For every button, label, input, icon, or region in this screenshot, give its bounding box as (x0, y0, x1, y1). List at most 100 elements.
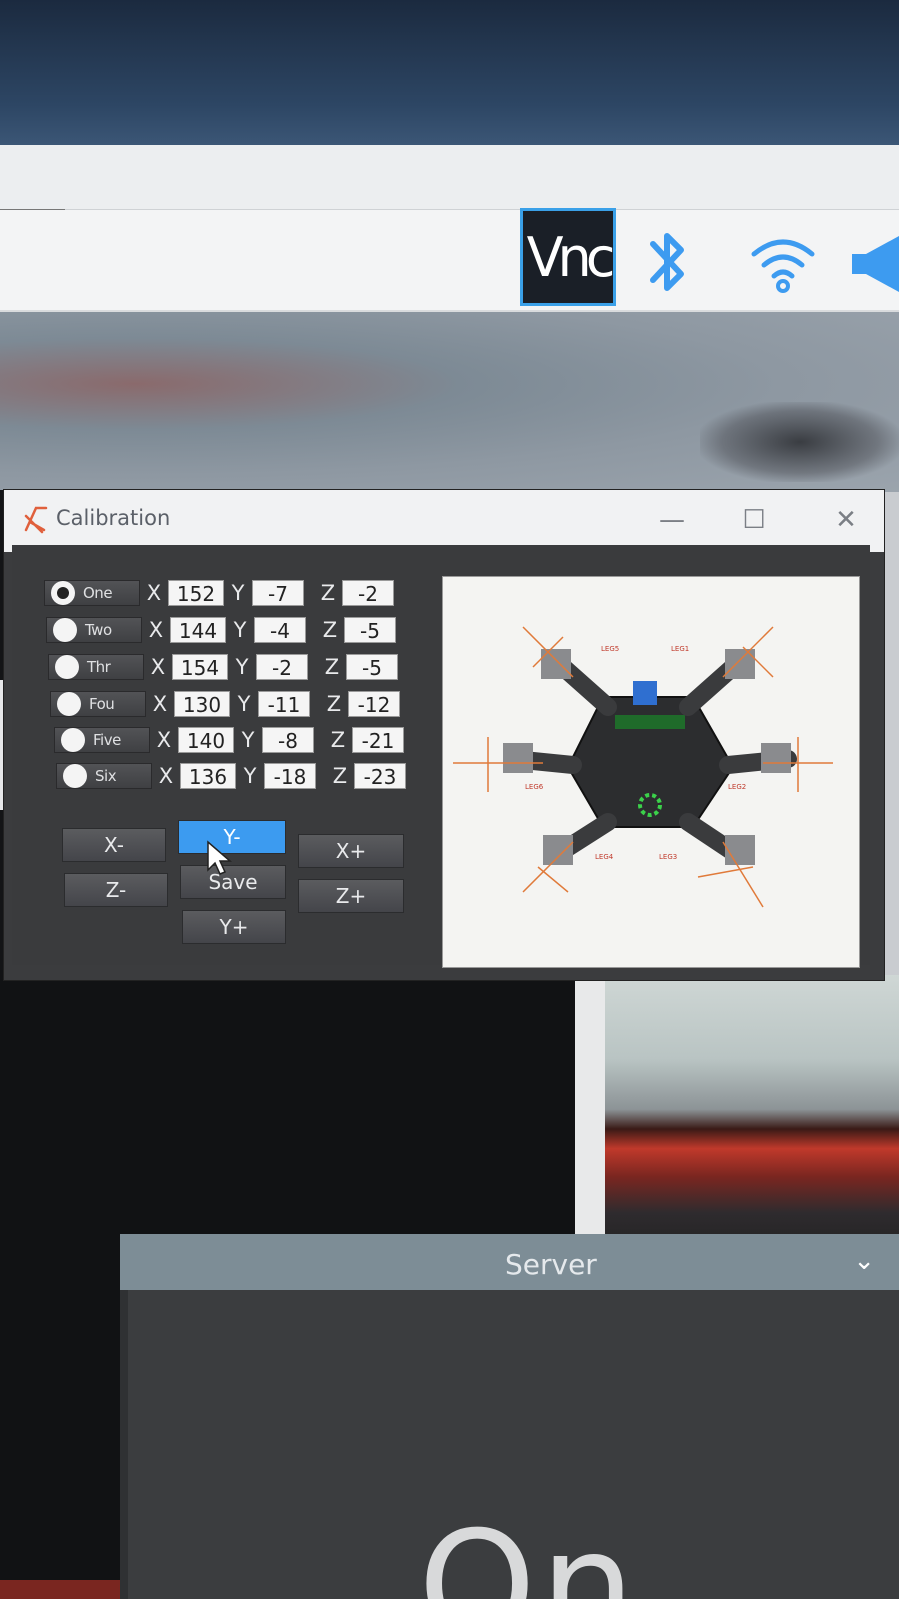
leg-row: Fou X 130 Y -11 Z -12 (50, 689, 400, 719)
title-bar[interactable]: Calibration — ☐ ✕ (4, 490, 884, 552)
board-display (615, 715, 685, 729)
z-axis-label: Z (322, 618, 338, 642)
z-axis-label: Z (324, 655, 340, 679)
y-axis-label: Y (235, 655, 249, 679)
leg-label: LEG6 (525, 783, 544, 791)
leg-radio[interactable]: Two (46, 617, 142, 643)
z-axis-label: Z (320, 581, 336, 605)
mouse-cursor-icon (207, 840, 232, 875)
leg-radio[interactable]: Fou (50, 691, 146, 717)
window-edge (575, 975, 605, 1250)
server-title: Server (505, 1248, 597, 1281)
z-axis-label: Z (332, 764, 348, 788)
leg-radio[interactable]: Six (56, 763, 152, 789)
leg-label: Thr (87, 658, 111, 676)
hexapod-diagram: LEG5 LEG1 LEG6 LEG2 LEG4 LEG3 (442, 576, 860, 968)
x-plus-button[interactable]: X+ (298, 834, 404, 868)
leg-row: Five X 140 Y -8 Z -21 (54, 725, 404, 755)
leg-label: LEG5 (601, 645, 619, 653)
y-minus-button[interactable]: Y- (178, 820, 286, 854)
wifi-icon[interactable] (748, 228, 818, 298)
leg-row: Thr X 154 Y -2 Z -5 (48, 652, 398, 682)
y-value-field[interactable]: -2 (256, 654, 308, 680)
radio-dot-icon (51, 581, 75, 605)
y-value-field[interactable]: -4 (254, 617, 306, 643)
x-minus-button[interactable]: X- (62, 828, 166, 862)
radio-dot-icon (63, 764, 87, 788)
save-button[interactable]: Save (180, 865, 286, 899)
leg-radio[interactable]: One (44, 580, 140, 606)
y-plus-button[interactable]: Y+ (182, 910, 286, 944)
x-value-field[interactable]: 130 (174, 691, 230, 717)
x-axis-label: X (150, 655, 166, 679)
maximize-button[interactable]: ☐ (734, 500, 774, 540)
y-value-field[interactable]: -11 (258, 691, 310, 717)
server-header[interactable]: Server ⌄ (120, 1234, 899, 1290)
leg-label: Five (93, 731, 121, 749)
bluetooth-icon[interactable] (643, 222, 693, 302)
leg-label: LEG2 (728, 783, 746, 791)
monitor-bezel (0, 0, 899, 150)
y-axis-label: Y (233, 618, 247, 642)
y-axis-label: Y (237, 692, 251, 716)
x-axis-label: X (152, 692, 168, 716)
radio-dot-icon (55, 655, 79, 679)
window-title: Calibration (56, 506, 171, 530)
z-value-field[interactable]: -5 (346, 654, 398, 680)
y-axis-label: Y (243, 764, 257, 788)
server-state[interactable]: On (418, 1500, 639, 1599)
z-axis-label: Z (326, 692, 342, 716)
radio-dot-icon (61, 728, 85, 752)
leg-row: Two X 144 Y -4 Z -5 (46, 615, 396, 645)
leg-label: LEG1 (671, 645, 689, 653)
x-axis-label: X (158, 764, 174, 788)
leg-radio[interactable]: Five (54, 727, 150, 753)
y-axis-label: Y (241, 728, 255, 752)
sensor-module (633, 681, 657, 705)
leg-label: One (83, 584, 113, 602)
close-button[interactable]: ✕ (826, 500, 866, 540)
top-bar (0, 145, 899, 210)
leg-label: Two (85, 621, 112, 639)
z-plus-button[interactable]: Z+ (298, 879, 404, 913)
z-axis-label: Z (330, 728, 346, 752)
wallpaper-top (0, 312, 899, 492)
minimize-button[interactable]: — (652, 500, 692, 540)
hexapod-drawing: LEG5 LEG1 LEG6 LEG2 LEG4 LEG3 (453, 626, 833, 908)
vnc-icon-label: Vnc (526, 225, 616, 289)
x-value-field[interactable]: 152 (168, 580, 224, 606)
x-axis-label: X (146, 581, 162, 605)
z-value-field[interactable]: -2 (342, 580, 394, 606)
x-axis-label: X (148, 618, 164, 642)
radio-dot-icon (53, 618, 77, 642)
z-value-field[interactable]: -5 (344, 617, 396, 643)
leg-label: Six (95, 767, 117, 785)
x-value-field[interactable]: 144 (170, 617, 226, 643)
x-value-field[interactable]: 136 (180, 763, 236, 789)
speaker-icon[interactable] (852, 236, 899, 292)
chevron-down-icon[interactable]: ⌄ (853, 1246, 875, 1276)
x-axis-label: X (156, 728, 172, 752)
leg-label: LEG3 (659, 853, 677, 861)
leg-label: Fou (89, 695, 115, 713)
vnc-icon[interactable]: Vnc (520, 208, 616, 306)
x-value-field[interactable]: 140 (178, 727, 234, 753)
radio-dot-icon (57, 692, 81, 716)
server-panel: Server ⌄ On (120, 1234, 899, 1599)
z-value-field[interactable]: -23 (354, 763, 406, 789)
z-value-field[interactable]: -21 (352, 727, 404, 753)
server-body: On (128, 1290, 899, 1599)
y-value-field[interactable]: -18 (264, 763, 316, 789)
leg-label: LEG4 (595, 853, 614, 861)
leg-radio[interactable]: Thr (48, 654, 144, 680)
z-value-field[interactable]: -12 (348, 691, 400, 717)
y-value-field[interactable]: -7 (252, 580, 304, 606)
bottom-strip (0, 1580, 120, 1599)
x-value-field[interactable]: 154 (172, 654, 228, 680)
y-axis-label: Y (231, 581, 245, 605)
leg-row: One X 152 Y -7 Z -2 (44, 578, 394, 608)
wallpaper-sunset (575, 975, 899, 1255)
z-minus-button[interactable]: Z- (64, 873, 168, 907)
y-value-field[interactable]: -8 (262, 727, 314, 753)
app-logo-icon (24, 506, 48, 534)
